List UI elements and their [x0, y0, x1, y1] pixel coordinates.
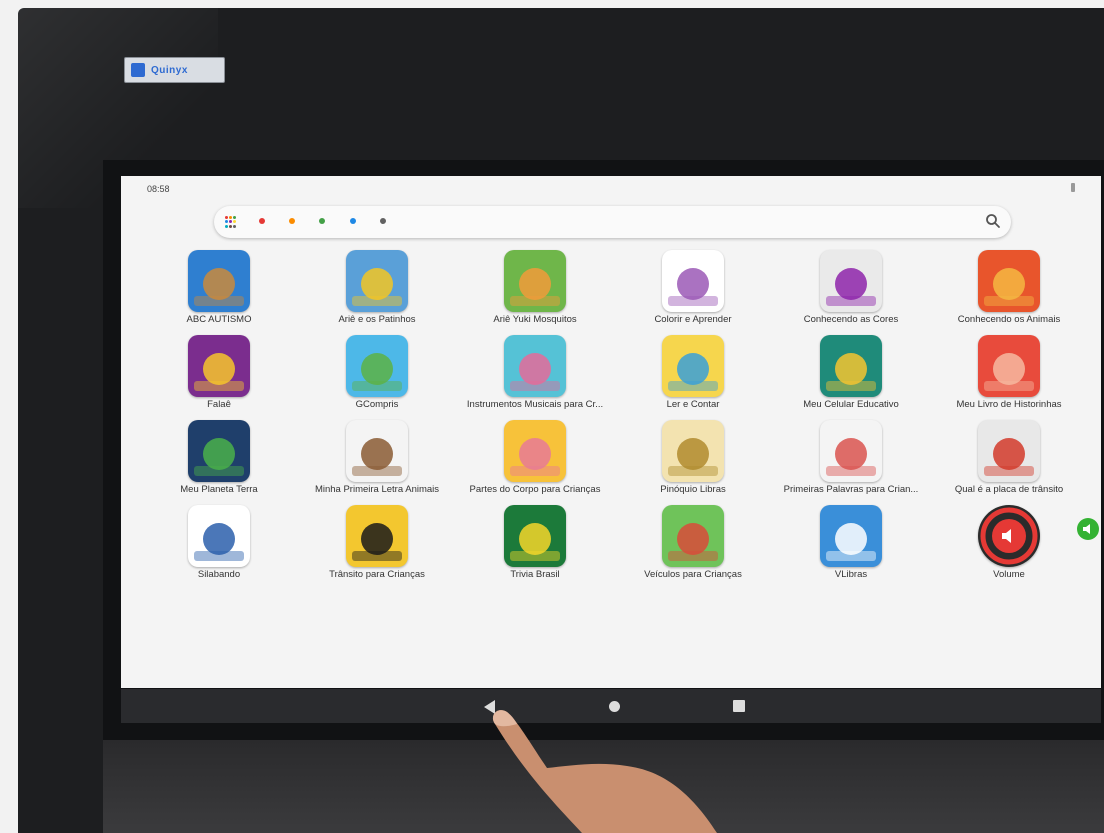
brand-label: Quinyx: [124, 57, 225, 83]
app-ari-e-os-patinhos[interactable]: Ariê e os Patinhos: [298, 250, 456, 325]
app-icon[interactable]: [662, 420, 724, 482]
app-icon[interactable]: [820, 250, 882, 312]
app-label: Trânsito para Crianças: [329, 569, 425, 580]
search-dot-blue: [350, 218, 356, 224]
app-label: Meu Planeta Terra: [180, 484, 258, 495]
app-icon[interactable]: [188, 335, 250, 397]
app-label: Partes do Corpo para Crianças: [469, 484, 601, 495]
app-label: ABC AUTISMO: [186, 314, 252, 325]
app-label: Trivia Brasil: [510, 569, 560, 580]
search-dot-gray: [380, 218, 386, 224]
app-label: GCompris: [355, 399, 399, 410]
search-bar[interactable]: [214, 206, 1011, 238]
app-instrumentos-musicais-para-cr[interactable]: Instrumentos Musicais para Cr...: [456, 335, 614, 410]
app-label: VLibras: [834, 569, 868, 580]
app-icon[interactable]: [978, 505, 1040, 567]
search-dot-orange: [289, 218, 295, 224]
app-meu-planeta-terra[interactable]: Meu Planeta Terra: [140, 420, 298, 495]
app-icon[interactable]: [662, 505, 724, 567]
app-tr-nsito-para-crian-as[interactable]: Trânsito para Crianças: [298, 505, 456, 580]
recent-apps-icon[interactable]: [733, 700, 745, 712]
app-label: Meu Livro de Historinhas: [956, 399, 1062, 410]
search-dot-green: [319, 218, 325, 224]
app-icon[interactable]: [978, 335, 1040, 397]
search-icon[interactable]: [985, 213, 1001, 229]
app-icon[interactable]: [978, 250, 1040, 312]
app-trivia-brasil[interactable]: Trivia Brasil: [456, 505, 614, 580]
app-label: Pinóquio Libras: [660, 484, 726, 495]
app-label: Conhecendo os Animais: [957, 314, 1061, 325]
app-icon[interactable]: [820, 505, 882, 567]
app-icon[interactable]: [504, 505, 566, 567]
search-dot-red: [259, 218, 265, 224]
app-partes-do-corpo-para-crian-as[interactable]: Partes do Corpo para Crianças: [456, 420, 614, 495]
app-pin-quio-libras[interactable]: Pinóquio Libras: [614, 420, 772, 495]
status-time: 08:58: [147, 184, 170, 194]
app-icon[interactable]: [188, 505, 250, 567]
app-label: Meu Celular Educativo: [803, 399, 899, 410]
app-icon[interactable]: [346, 250, 408, 312]
app-ve-culos-para-crian-as[interactable]: Veículos para Crianças: [614, 505, 772, 580]
app-vlibras[interactable]: VLibras: [772, 505, 930, 580]
app-icon[interactable]: [504, 420, 566, 482]
app-primeiras-palavras-para-crian[interactable]: Primeiras Palavras para Crian...: [772, 420, 930, 495]
app-label: Silabando: [197, 569, 241, 580]
app-gcompris[interactable]: GCompris: [298, 335, 456, 410]
brand-text: Quinyx: [151, 64, 188, 76]
pointing-finger: [492, 710, 717, 833]
app-silabando[interactable]: Silabando: [140, 505, 298, 580]
app-label: Primeiras Palavras para Crian...: [783, 484, 919, 495]
app-icon[interactable]: [346, 335, 408, 397]
app-conhecendo-os-animais[interactable]: Conhecendo os Animais: [930, 250, 1088, 325]
app-icon[interactable]: [662, 335, 724, 397]
app-label: Ariê Yuki Mosquitos: [493, 314, 577, 325]
app-label: Conhecendo as Cores: [803, 314, 899, 325]
app-ler-e-contar[interactable]: Ler e Contar: [614, 335, 772, 410]
app-label: Minha Primeira Letra Animais: [314, 484, 440, 495]
app-icon[interactable]: [820, 420, 882, 482]
app-fala[interactable]: Falaê: [140, 335, 298, 410]
app-ari-yuki-mosquitos[interactable]: Ariê Yuki Mosquitos: [456, 250, 614, 325]
app-drawer-icon[interactable]: [225, 216, 237, 228]
app-qual-a-placa-de-tr-nsito[interactable]: Qual é a placa de trânsito: [930, 420, 1088, 495]
app-label: Ler e Contar: [666, 399, 720, 410]
app-icon[interactable]: [188, 420, 250, 482]
battery-icon: [1071, 183, 1075, 192]
app-abc-autismo[interactable]: ABC AUTISMO: [140, 250, 298, 325]
app-label: Volume: [993, 569, 1025, 580]
app-meu-livro-de-historinhas[interactable]: Meu Livro de Historinhas: [930, 335, 1088, 410]
app-icon[interactable]: [346, 505, 408, 567]
app-meu-celular-educativo[interactable]: Meu Celular Educativo: [772, 335, 930, 410]
app-minha-primeira-letra-animais[interactable]: Minha Primeira Letra Animais: [298, 420, 456, 495]
app-icon[interactable]: [504, 250, 566, 312]
app-label: Colorir e Aprender: [654, 314, 732, 325]
app-label: Qual é a placa de trânsito: [954, 484, 1064, 495]
app-icon[interactable]: [662, 250, 724, 312]
app-icon[interactable]: [820, 335, 882, 397]
app-icon[interactable]: [188, 250, 250, 312]
app-label: Ariê e os Patinhos: [338, 314, 416, 325]
app-label: Instrumentos Musicais para Cr...: [466, 399, 604, 410]
app-label: Veículos para Crianças: [644, 569, 742, 580]
app-icon[interactable]: [978, 420, 1040, 482]
app-conhecendo-as-cores[interactable]: Conhecendo as Cores: [772, 250, 930, 325]
app-icon[interactable]: [346, 420, 408, 482]
app-volume[interactable]: Volume: [930, 505, 1088, 580]
app-label: Falaê: [207, 399, 231, 410]
app-icon[interactable]: [504, 335, 566, 397]
volume-toggle-icon[interactable]: [1077, 518, 1099, 540]
app-colorir-e-aprender[interactable]: Colorir e Aprender: [614, 250, 772, 325]
brand-logo-icon: [131, 63, 145, 77]
